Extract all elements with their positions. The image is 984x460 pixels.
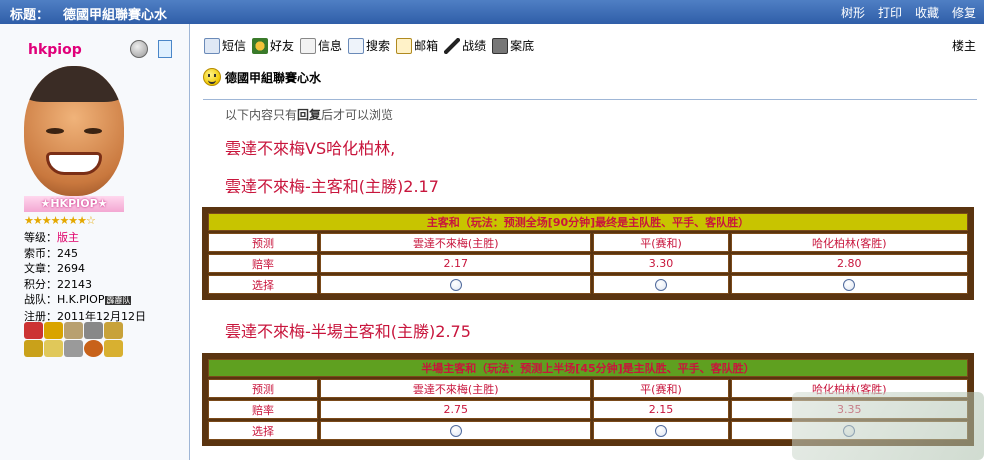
tree-view-link[interactable]: 树形 xyxy=(841,4,865,21)
table-header: 主客和（玩法：预测全场[90分钟]最终是主队胜、平手、客队胜） xyxy=(208,213,968,231)
row-label: 选择 xyxy=(208,275,318,294)
thread-title: 标题： 德國甲組聯賽心水 xyxy=(10,4,167,23)
case-icon xyxy=(492,37,509,54)
option-home: 雲達不來梅(主胜) xyxy=(320,233,592,252)
medal-icon xyxy=(44,322,63,339)
medal-icon xyxy=(64,340,83,357)
odds-home: 2.75 xyxy=(320,400,592,419)
select-cell xyxy=(593,421,729,440)
favorite-link[interactable]: 收藏 xyxy=(915,4,939,21)
repair-link[interactable]: 修复 xyxy=(952,4,976,21)
record-button[interactable]: 战绩 xyxy=(444,37,486,54)
medal-icon xyxy=(104,340,123,357)
post-toolbar: 短信 好友 信息 搜索 邮箱 战绩 案底 xyxy=(204,37,534,54)
floor-label: 楼主 xyxy=(951,39,976,53)
post-line-1: 雲達不來梅VS哈化柏林, xyxy=(225,139,396,158)
title-label: 标题： xyxy=(10,8,50,23)
row-label: 赔率 xyxy=(208,254,318,273)
avatar[interactable] xyxy=(24,66,124,196)
medal-icon xyxy=(44,340,63,357)
medal-icon xyxy=(24,340,43,357)
stat-coins: 索币：245 xyxy=(24,246,78,260)
friend-button[interactable]: 好友 xyxy=(252,37,294,54)
row-label: 选择 xyxy=(208,421,318,440)
info-icon xyxy=(300,37,317,54)
stat-posts: 文章：2694 xyxy=(24,262,85,275)
author-profile: hkpiop ★HKPIOP★ ★★★★★★★☆ 等级：版主 索币：245 文章… xyxy=(0,24,190,460)
reply-notice: 以下内容只有回复后才可以浏览 xyxy=(225,108,394,122)
rank-banner: ★HKPIOP★ xyxy=(24,196,124,212)
divider xyxy=(203,99,977,100)
radio-home[interactable] xyxy=(449,425,462,437)
thread-actions: 树形 打印 收藏 修复 xyxy=(841,4,976,21)
user-stats: 等级：版主 索币：245 文章：2694 积分：22143 战队：H.K.PIO… xyxy=(24,230,146,324)
medal-icon xyxy=(84,340,103,357)
username[interactable]: hkpiop xyxy=(28,42,82,58)
table-header: 半場主客和（玩法：预测上半场[45分钟]是主队胜、平手、客队胜） xyxy=(208,359,968,377)
post-title: 德國甲組聯賽心水 xyxy=(203,68,321,86)
row-label: 赔率 xyxy=(208,400,318,419)
option-away: 哈化柏林(客胜) xyxy=(730,233,968,252)
search-button[interactable]: 搜索 xyxy=(348,37,390,54)
radio-draw[interactable] xyxy=(655,279,668,291)
select-cell xyxy=(593,275,729,294)
select-cell xyxy=(730,275,968,294)
radio-away[interactable] xyxy=(843,279,856,291)
info-button[interactable]: 信息 xyxy=(300,37,342,54)
stat-points: 积分：22143 xyxy=(24,277,92,291)
post-line-2: 雲達不來梅-主客和(主勝)2.17 xyxy=(225,177,439,196)
option-draw: 平(赛和) xyxy=(593,233,729,252)
post-title-text: 德國甲組聯賽心水 xyxy=(225,70,322,85)
medal-icon xyxy=(104,322,123,339)
radio-home[interactable] xyxy=(449,279,462,291)
stat-team: 战队：H.K.PIOP 霹靂队 xyxy=(24,293,132,306)
search-icon xyxy=(348,37,365,54)
post-line-3: 雲達不來梅-半場主客和(主勝)2.75 xyxy=(225,322,471,341)
runner-icon xyxy=(444,37,461,54)
title-bar: 标题： 德國甲組聯賽心水 树形 打印 收藏 修复 xyxy=(0,0,984,24)
medal-row xyxy=(24,322,128,357)
medal-icon xyxy=(24,322,43,339)
medal-icon xyxy=(84,322,103,339)
print-link[interactable]: 打印 xyxy=(878,4,902,21)
stat-level: 等级：版主 xyxy=(24,231,79,244)
odds-draw: 2.15 xyxy=(593,400,729,419)
email-button[interactable]: 邮箱 xyxy=(396,37,438,54)
select-cell xyxy=(320,275,592,294)
odds-draw: 3.30 xyxy=(593,254,729,273)
message-button[interactable]: 短信 xyxy=(204,37,246,54)
watermark-logo xyxy=(792,392,984,460)
select-cell xyxy=(320,421,592,440)
bet-table-full-time: 主客和（玩法：预测全场[90分钟]最终是主队胜、平手、客队胜） 预测 雲達不來梅… xyxy=(202,207,974,300)
row-label: 预测 xyxy=(208,379,318,398)
radio-draw[interactable] xyxy=(654,425,667,437)
friends-icon xyxy=(252,37,269,54)
message-icon xyxy=(204,37,220,54)
option-home: 雲達不來梅(主胜) xyxy=(320,379,592,398)
user-status-icon xyxy=(130,40,148,58)
profile-card-icon[interactable] xyxy=(158,40,172,58)
odds-away: 2.80 xyxy=(730,254,968,273)
title-text: 德國甲組聯賽心水 xyxy=(63,8,168,23)
row-label: 预测 xyxy=(208,233,318,252)
team-badge: 霹靂队 xyxy=(105,296,132,305)
odds-home: 2.17 xyxy=(320,254,592,273)
smiley-icon xyxy=(203,68,221,86)
medal-icon xyxy=(64,322,83,339)
case-button[interactable]: 案底 xyxy=(492,37,534,54)
email-icon xyxy=(396,37,413,54)
rating-stars: ★★★★★★★☆ xyxy=(24,214,96,227)
option-draw: 平(赛和) xyxy=(593,379,729,398)
